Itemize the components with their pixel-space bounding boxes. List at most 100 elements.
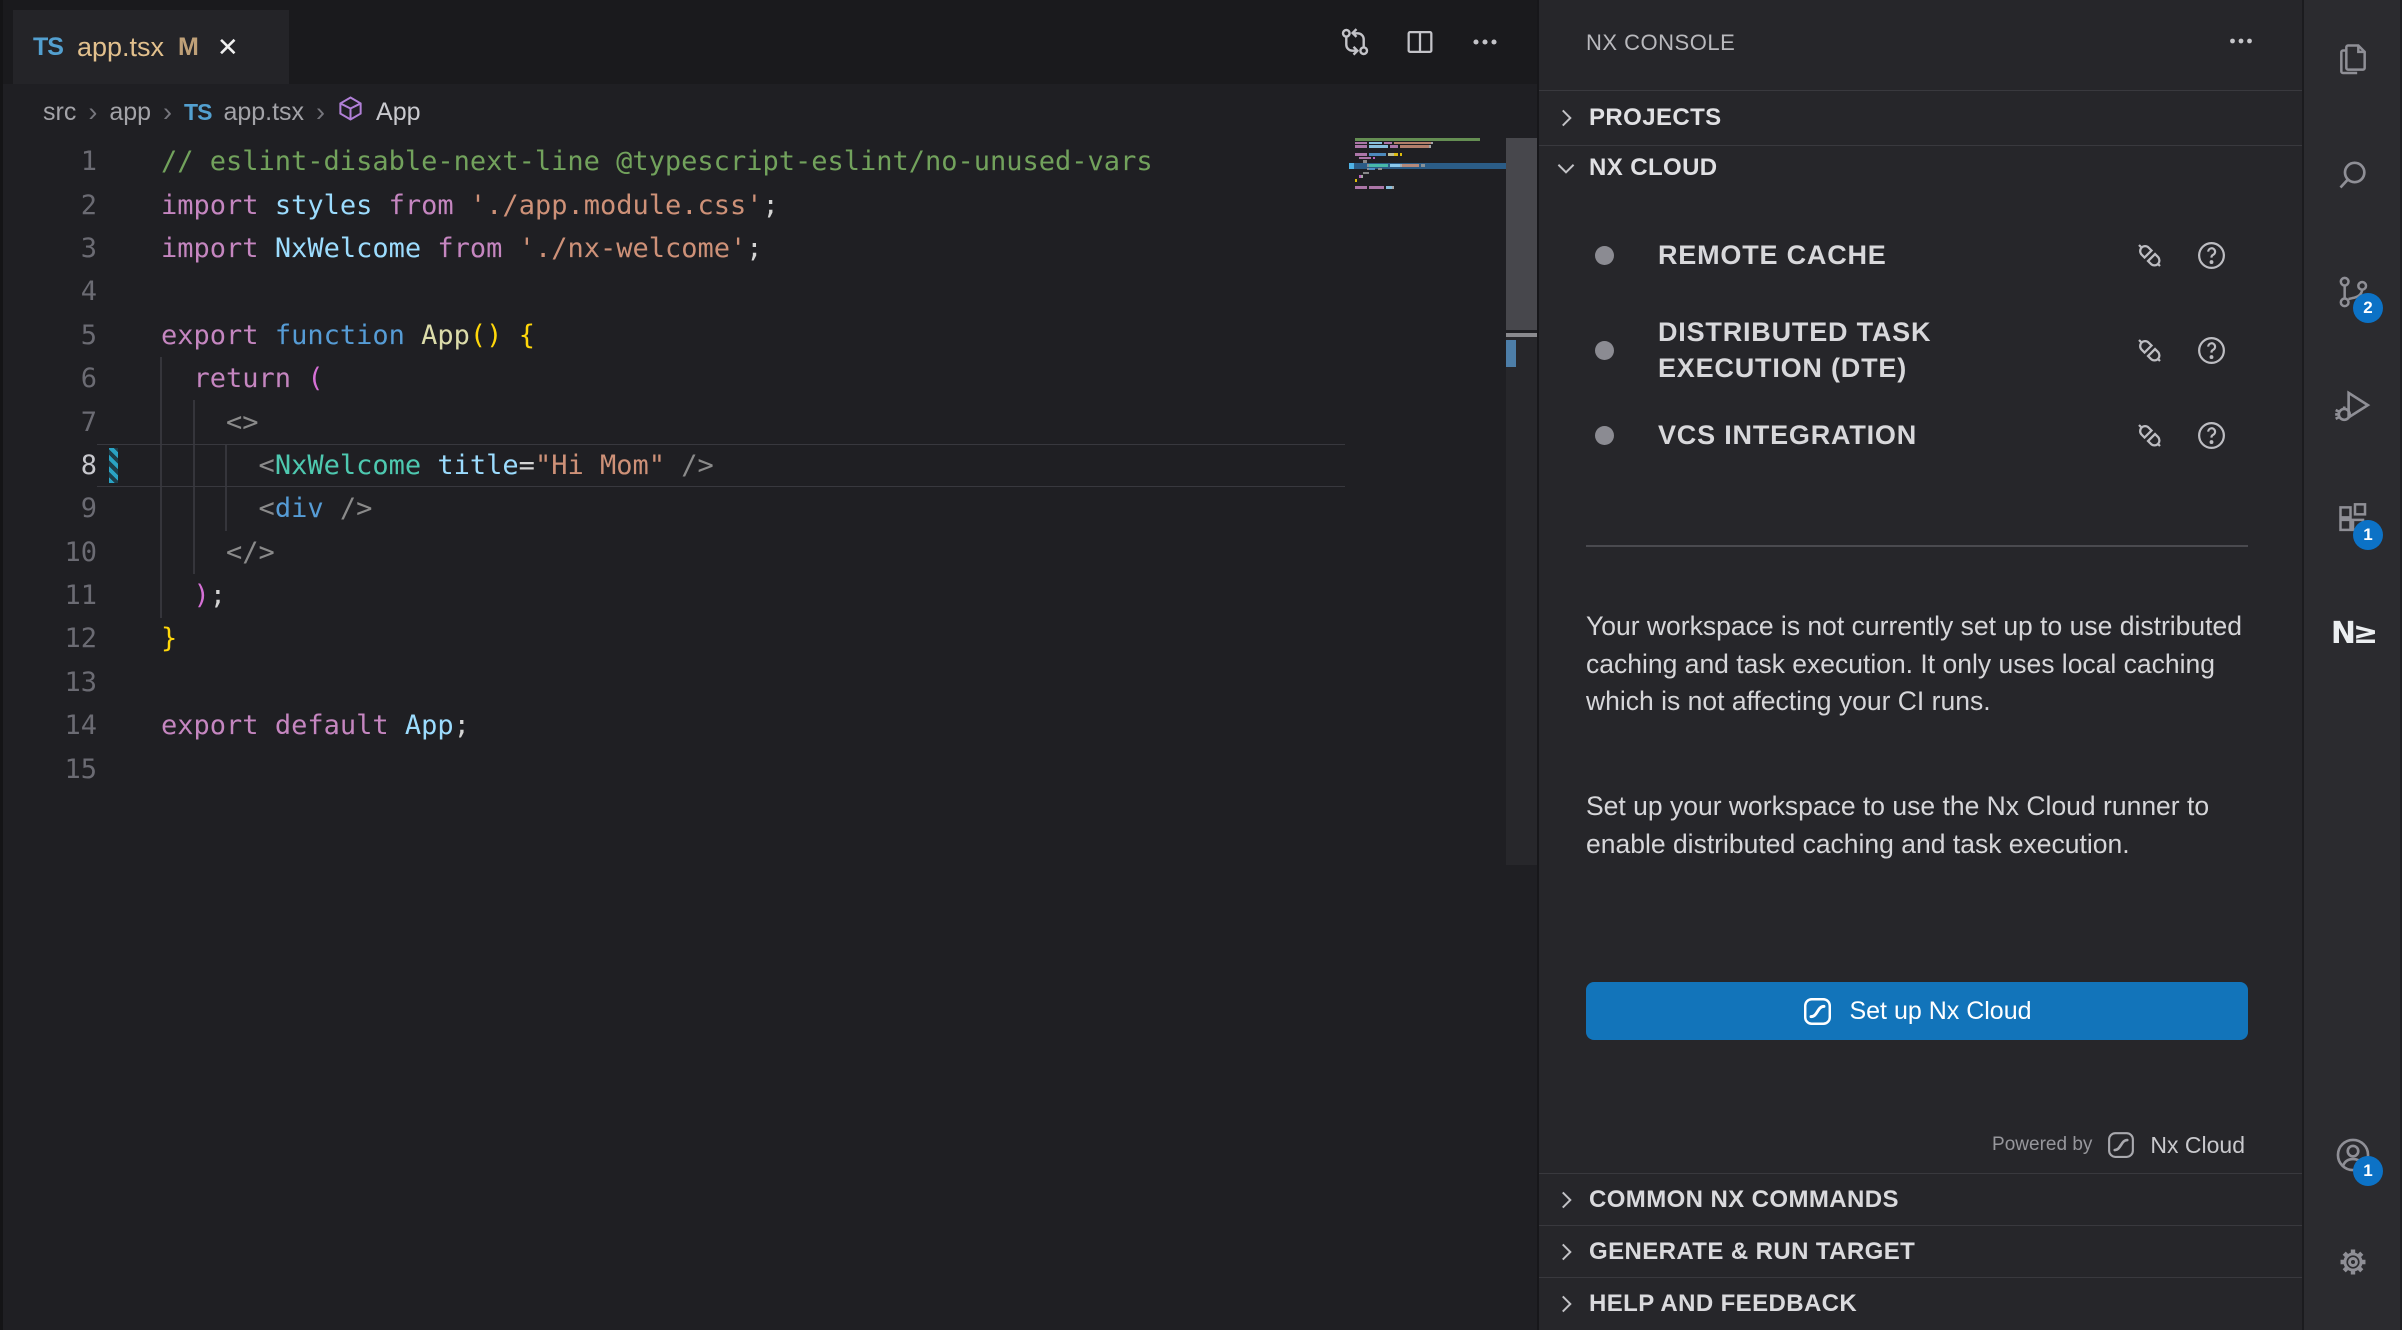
line-number: 11	[3, 580, 97, 611]
settings-gear-icon[interactable]	[2329, 1238, 2377, 1286]
panel-title: NX CONSOLE	[1586, 30, 1735, 56]
section-projects[interactable]: PROJECTS	[1539, 90, 2302, 145]
line-number: 13	[3, 667, 97, 698]
setup-button-label: Set up Nx Cloud	[1849, 997, 2031, 1026]
feature-actions	[2133, 239, 2228, 272]
section-common-nx-commands[interactable]: COMMON NX COMMANDS	[1539, 1173, 2302, 1225]
chevron-right-icon: ›	[316, 97, 325, 128]
more-actions-icon[interactable]	[1467, 24, 1503, 60]
nx-cloud-icon	[2106, 1130, 2136, 1160]
nx-cloud-brand-label: Nx Cloud	[2150, 1132, 2245, 1159]
section-nx-cloud[interactable]: NX CLOUD	[1539, 145, 2302, 190]
line-number: 3	[3, 233, 97, 264]
scrollbar-slider[interactable]	[1506, 138, 1537, 330]
line-number: 15	[3, 754, 97, 785]
extensions-icon[interactable]: 1	[2329, 495, 2377, 543]
source-control-icon[interactable]: 2	[2329, 268, 2377, 316]
code-line[interactable]: 3import NxWelcome from './nx-welcome';	[3, 227, 1537, 270]
feature-actions	[2133, 419, 2228, 452]
tab-filename: app.tsx	[77, 32, 164, 63]
typescript-file-icon: TS	[33, 33, 63, 62]
help-question-icon[interactable]	[2195, 239, 2228, 272]
code-line[interactable]: 4	[3, 270, 1537, 313]
chevron-down-icon	[1553, 155, 1579, 181]
vscode-window: TS app.tsx M ✕	[0, 0, 2402, 1330]
run-debug-icon[interactable]	[2329, 382, 2377, 430]
chevron-right-icon	[1553, 1187, 1579, 1213]
code-line[interactable]: 9 <div />	[3, 487, 1537, 530]
scrollbar-track	[1506, 337, 1537, 865]
extensions-badge: 1	[2353, 520, 2383, 550]
line-number: 12	[3, 623, 97, 654]
more-actions-icon[interactable]	[2224, 24, 2258, 63]
status-dot-icon	[1595, 426, 1614, 445]
connect-plug-icon[interactable]	[2133, 419, 2166, 452]
code-line[interactable]: 15	[3, 747, 1537, 790]
breadcrumb-symbol[interactable]: App	[376, 98, 420, 127]
nx-cloud-feature-row: REMOTE CACHE	[1539, 225, 2302, 285]
account-icon[interactable]: 1	[2329, 1131, 2377, 1179]
line-number: 5	[3, 320, 97, 351]
code-line[interactable]: 6 return (	[3, 357, 1537, 400]
code-line[interactable]: 1// eslint-disable-next-line @typescript…	[3, 140, 1537, 183]
code-line[interactable]: 12}	[3, 617, 1537, 660]
code-line[interactable]: 13	[3, 661, 1537, 704]
workspace-status-text: Your workspace is not currently set up t…	[1586, 608, 2254, 721]
line-number: 4	[3, 276, 97, 307]
code-line[interactable]: 7 <>	[3, 400, 1537, 443]
feature-label: REMOTE CACHE	[1658, 237, 2098, 273]
breadcrumb-file[interactable]: app.tsx	[223, 98, 304, 127]
bottom-sections: COMMON NX COMMANDS GENERATE & RUN TARGET H…	[1539, 1173, 2302, 1329]
code-line[interactable]: 2import styles from './app.module.css';	[3, 183, 1537, 226]
tab-bar: TS app.tsx M ✕	[3, 0, 1537, 84]
chevron-right-icon: ›	[88, 97, 97, 128]
code-editor[interactable]: 1// eslint-disable-next-line @typescript…	[3, 140, 1537, 1330]
breadcrumb-src[interactable]: src	[43, 98, 76, 127]
explorer-icon[interactable]	[2329, 34, 2377, 82]
open-changes-icon[interactable]	[1337, 24, 1373, 60]
help-question-icon[interactable]	[2195, 419, 2228, 452]
code-line[interactable]: 10 </>	[3, 531, 1537, 574]
line-number: 9	[3, 493, 97, 524]
feature-actions	[2133, 334, 2228, 367]
nx-console-panel: NX CONSOLE PROJECTS NX CLOUD REMOTE CACH…	[1537, 0, 2302, 1330]
editor-toolbar	[1337, 0, 1503, 84]
symbol-class-icon	[337, 95, 364, 129]
setup-nx-cloud-button[interactable]: Set up Nx Cloud	[1586, 982, 2248, 1040]
breadcrumb-app[interactable]: app	[109, 98, 151, 127]
editor-scrollbar[interactable]	[1506, 138, 1537, 1330]
search-icon[interactable]	[2329, 151, 2377, 199]
line-number: 6	[3, 363, 97, 394]
section-help-and-feedback[interactable]: HELP AND FEEDBACK	[1539, 1277, 2302, 1329]
code-line[interactable]: 5export function App() {	[3, 314, 1537, 357]
powered-by-row: Powered by Nx Cloud	[1992, 1120, 2245, 1170]
minimap[interactable]	[1355, 138, 1508, 258]
chevron-right-icon: ›	[163, 97, 172, 128]
code-line[interactable]: 8 <NxWelcome title="Hi Mom" />	[3, 444, 1537, 487]
line-number: 8	[3, 450, 97, 481]
nx-cloud-icon	[1802, 996, 1833, 1027]
nx-console-icon[interactable]: N≥	[2329, 609, 2377, 657]
connect-plug-icon[interactable]	[2133, 239, 2166, 272]
source-control-badge: 2	[2353, 293, 2383, 323]
split-editor-icon[interactable]	[1403, 25, 1437, 59]
section-generate-run-target[interactable]: GENERATE & RUN TARGET	[1539, 1225, 2302, 1277]
tab-app-tsx[interactable]: TS app.tsx M ✕	[13, 10, 289, 84]
line-number: 7	[3, 407, 97, 438]
editor-group: TS app.tsx M ✕	[3, 0, 1537, 1330]
section-label: GENERATE & RUN TARGET	[1589, 1238, 1915, 1266]
setup-hint-text: Set up your workspace to use the Nx Clou…	[1586, 788, 2254, 863]
code-line[interactable]: 14export default App;	[3, 704, 1537, 747]
chevron-right-icon	[1553, 1291, 1579, 1317]
nx-cloud-feature-row: DISTRIBUTED TASK EXECUTION (DTE)	[1539, 305, 2302, 395]
help-question-icon[interactable]	[2195, 334, 2228, 367]
line-number: 14	[3, 710, 97, 741]
feature-label: DISTRIBUTED TASK EXECUTION (DTE)	[1658, 314, 2098, 386]
divider	[1586, 545, 2248, 547]
close-icon[interactable]: ✕	[217, 34, 239, 60]
scrollbar-divider	[1506, 333, 1537, 337]
section-label: NX CLOUD	[1589, 154, 1718, 182]
code-line[interactable]: 11 );	[3, 574, 1537, 617]
connect-plug-icon[interactable]	[2133, 334, 2166, 367]
git-modified-marker	[109, 448, 118, 483]
